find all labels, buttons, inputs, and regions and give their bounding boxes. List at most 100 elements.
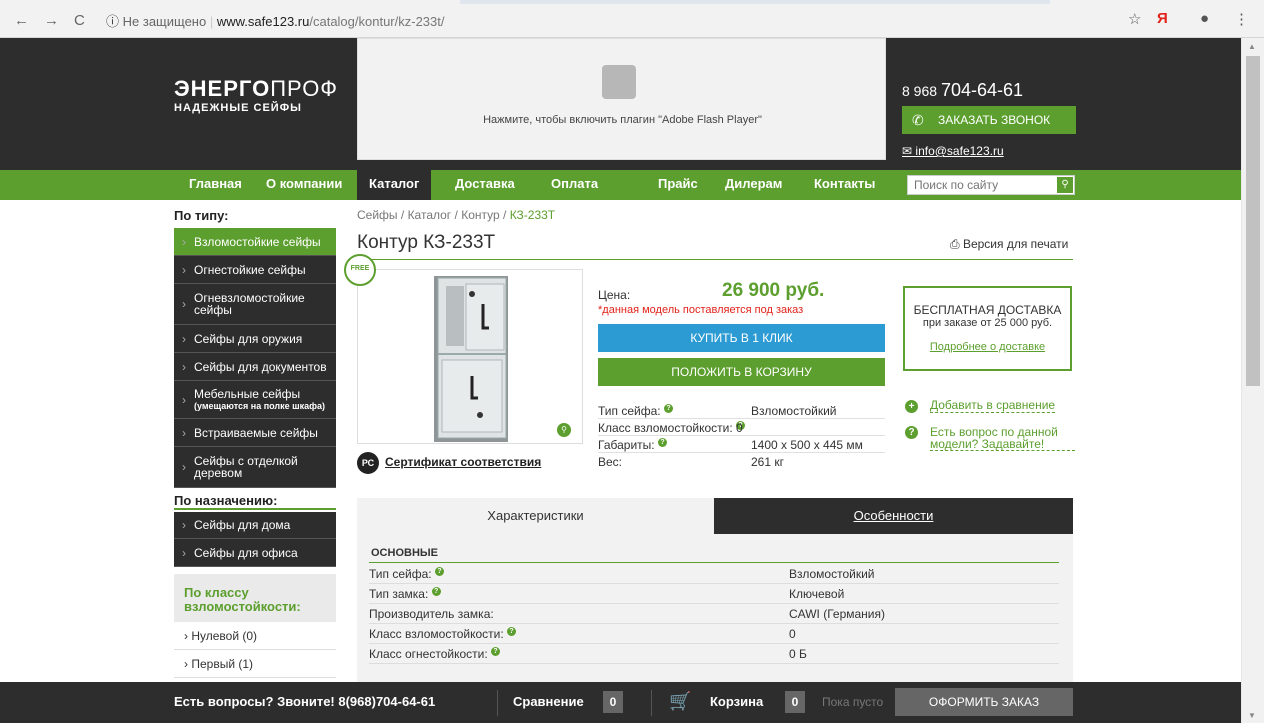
sidebar-item-class-1[interactable]: › Первый (1) <box>174 650 336 678</box>
scroll-down-icon[interactable]: ▼ <box>1248 711 1256 720</box>
search-icon[interactable]: ⚲ <box>1057 177 1073 193</box>
sidebar-item-wood[interactable]: › Сейфы с отделкой деревом <box>174 447 336 488</box>
compare-label[interactable]: Сравнение <box>513 694 584 709</box>
yandex-icon[interactable]: Я <box>1157 10 1168 27</box>
chevron-right-icon: › <box>182 518 186 532</box>
sticky-footer: Есть вопросы? Звоните! 8(968)704-64-61 С… <box>0 682 1241 723</box>
delivery-subtitle: при заказе от 25 000 руб. <box>922 317 1053 329</box>
info-icon[interactable]: ⓘ <box>106 14 119 29</box>
menu-price[interactable]: Прайс <box>658 170 698 200</box>
sidebar-item-fire[interactable]: › Огнестойкие сейфы <box>174 256 336 284</box>
print-version-link[interactable]: ⎙ Версия для печати <box>950 237 1068 252</box>
scrollbar[interactable]: ▲ ▼ <box>1241 38 1264 723</box>
back-icon[interactable]: ← <box>14 12 29 29</box>
sidebar-item-built-in[interactable]: › Встраиваемые сейфы <box>174 419 336 447</box>
email-link[interactable]: ✉ info@safe123.ru <box>902 144 1004 158</box>
divider <box>497 690 498 716</box>
menu-contacts[interactable]: Контакты <box>814 170 875 200</box>
logo-tagline: НАДЕЖНЫЕ СЕЙФЫ <box>174 102 302 114</box>
sidebar-item-burglar[interactable]: › Взломостойкие сейфы <box>174 228 336 256</box>
site-header: ЭНЕРГОПРОФ НАДЕЖНЫЕ СЕЙФЫ Нажмите, чтобы… <box>0 38 1241 170</box>
compare-label: Добавить в сравнение <box>930 398 1056 413</box>
help-icon[interactable]: ? <box>491 647 501 656</box>
sidebar-item-furniture[interactable]: › Мебельные сейфы (умещаются на полке шкаф… <box>174 381 336 419</box>
checkout-button[interactable]: ОФОРМИТЬ ЗАКАЗ <box>895 688 1073 716</box>
question-icon: ? <box>905 426 918 439</box>
certificate-label: Сертификат соответствия <box>385 455 542 470</box>
product-image[interactable] <box>357 269 583 444</box>
main-menu: Главная О компании Каталог Доставка Опла… <box>0 170 1241 200</box>
breadcrumb-catalog[interactable]: Каталог <box>408 208 452 222</box>
logo-main: ЭНЕРГО <box>174 76 271 101</box>
spec-row: Класс взломостойкости: ? 0 <box>598 419 885 436</box>
scroll-up-icon[interactable]: ▲ <box>1248 42 1256 51</box>
spec-key: Класс взломостойкости: <box>598 421 733 435</box>
add-to-cart-button[interactable]: ПОЛОЖИТЬ В КОРЗИНУ <box>598 358 885 386</box>
delivery-link[interactable]: Подробнее о доставке <box>905 341 1070 353</box>
address-bar[interactable]: ⓘ Не защищено | www.safe123.ru/catalog/k… <box>106 11 445 30</box>
menu-icon[interactable]: ⋮ <box>1234 10 1249 28</box>
sidebar-item-label: Огневзломостойкие сейфы <box>194 291 305 317</box>
help-icon[interactable]: ? <box>663 404 673 413</box>
tab-characteristics[interactable]: Характеристики <box>357 498 714 534</box>
zoom-icon[interactable]: ⚲ <box>557 423 571 437</box>
menu-delivery[interactable]: Доставка <box>455 170 515 200</box>
help-icon[interactable]: ? <box>507 627 517 636</box>
forward-icon[interactable]: → <box>44 12 59 29</box>
star-icon[interactable]: ☆ <box>1128 10 1141 28</box>
menu-catalog[interactable]: Каталог <box>357 170 432 200</box>
plugin-icon <box>602 65 636 99</box>
help-icon[interactable]: ? <box>431 587 441 596</box>
order-call-button[interactable]: ✆ ЗАКАЗАТЬ ЗВОНОК <box>902 106 1076 134</box>
sidebar-item-office[interactable]: › Сейфы для офиса <box>174 539 336 567</box>
sidebar-item-fire-burglar[interactable]: › Огневзломостойкие сейфы <box>174 284 336 325</box>
by-purpose-title: По назначению: <box>174 493 336 510</box>
row-value: Взломостойкий <box>789 567 875 581</box>
buy-one-click-button[interactable]: КУПИТЬ В 1 КЛИК <box>598 324 885 352</box>
help-icon[interactable]: ? <box>657 438 667 447</box>
tab-strip <box>460 0 1050 4</box>
breadcrumb-safes[interactable]: Сейфы <box>357 208 398 222</box>
sidebar-item-documents[interactable]: › Сейфы для документов <box>174 353 336 381</box>
chevron-right-icon: › <box>182 297 186 311</box>
scroll-thumb[interactable] <box>1246 56 1260 386</box>
email-text: info@safe123.ru <box>915 144 1004 158</box>
breadcrumb-kontur[interactable]: Контур <box>461 208 499 222</box>
sidebar-item-gun[interactable]: › Сейфы для оружия <box>174 325 336 353</box>
table-row: Класс взломостойкости: ? 0 <box>369 624 1059 644</box>
cart-icon[interactable]: 🛒 <box>669 691 691 712</box>
section-title: ОСНОВНЫЕ <box>371 547 438 559</box>
sidebar-item-class-0[interactable]: › Нулевой (0) <box>174 622 336 650</box>
mail-icon: ✉ <box>902 144 913 158</box>
ask-question-link[interactable]: ? Есть вопрос по данной модели? Задавайте… <box>905 426 1075 451</box>
sidebar-item-home[interactable]: › Сейфы для дома <box>174 512 336 539</box>
logo[interactable]: ЭНЕРГОПРОФ НАДЕЖНЫЕ СЕЙФЫ <box>174 76 338 114</box>
phone-number: 704-64-61 <box>940 80 1024 100</box>
chevron-right-icon: › <box>182 425 186 440</box>
add-to-compare-link[interactable]: + Добавить в сравнение <box>905 398 1056 413</box>
header-phone: 8 968 704-64-61 <box>902 80 1023 101</box>
url-path: /catalog/kontur/kz-233t/ <box>309 14 445 29</box>
profile-icon[interactable]: ● <box>1200 10 1209 27</box>
table-row: Тип замка: ? Ключевой <box>369 584 1059 604</box>
sidebar-item-label: Сейфы для офиса <box>194 545 298 560</box>
cart-label[interactable]: Корзина <box>710 694 763 709</box>
chevron-right-icon: › <box>182 262 186 277</box>
certificate-link[interactable]: РС Сертификат соответствия <box>357 452 541 474</box>
menu-dealers[interactable]: Дилерам <box>725 170 782 200</box>
row-value: Ключевой <box>789 587 845 601</box>
menu-about[interactable]: О компании <box>266 170 342 200</box>
spec-value: 0 <box>736 421 743 435</box>
chevron-right-icon: › <box>182 545 186 560</box>
menu-payment[interactable]: Оплата <box>551 170 598 200</box>
menu-home[interactable]: Главная <box>189 170 242 200</box>
spec-value: 1400 x 500 x 445 мм <box>751 438 863 452</box>
flash-placeholder[interactable]: Нажмите, чтобы включить плагин "Adobe Fl… <box>357 38 886 160</box>
spec-key: Вес: <box>598 455 623 469</box>
search-input[interactable] <box>908 176 1048 194</box>
row-value: 0 <box>789 627 796 641</box>
safe-illustration <box>434 276 508 442</box>
reload-icon[interactable]: C <box>74 12 85 29</box>
help-icon[interactable]: ? <box>434 567 444 576</box>
tab-features[interactable]: Особенности <box>714 498 1073 534</box>
